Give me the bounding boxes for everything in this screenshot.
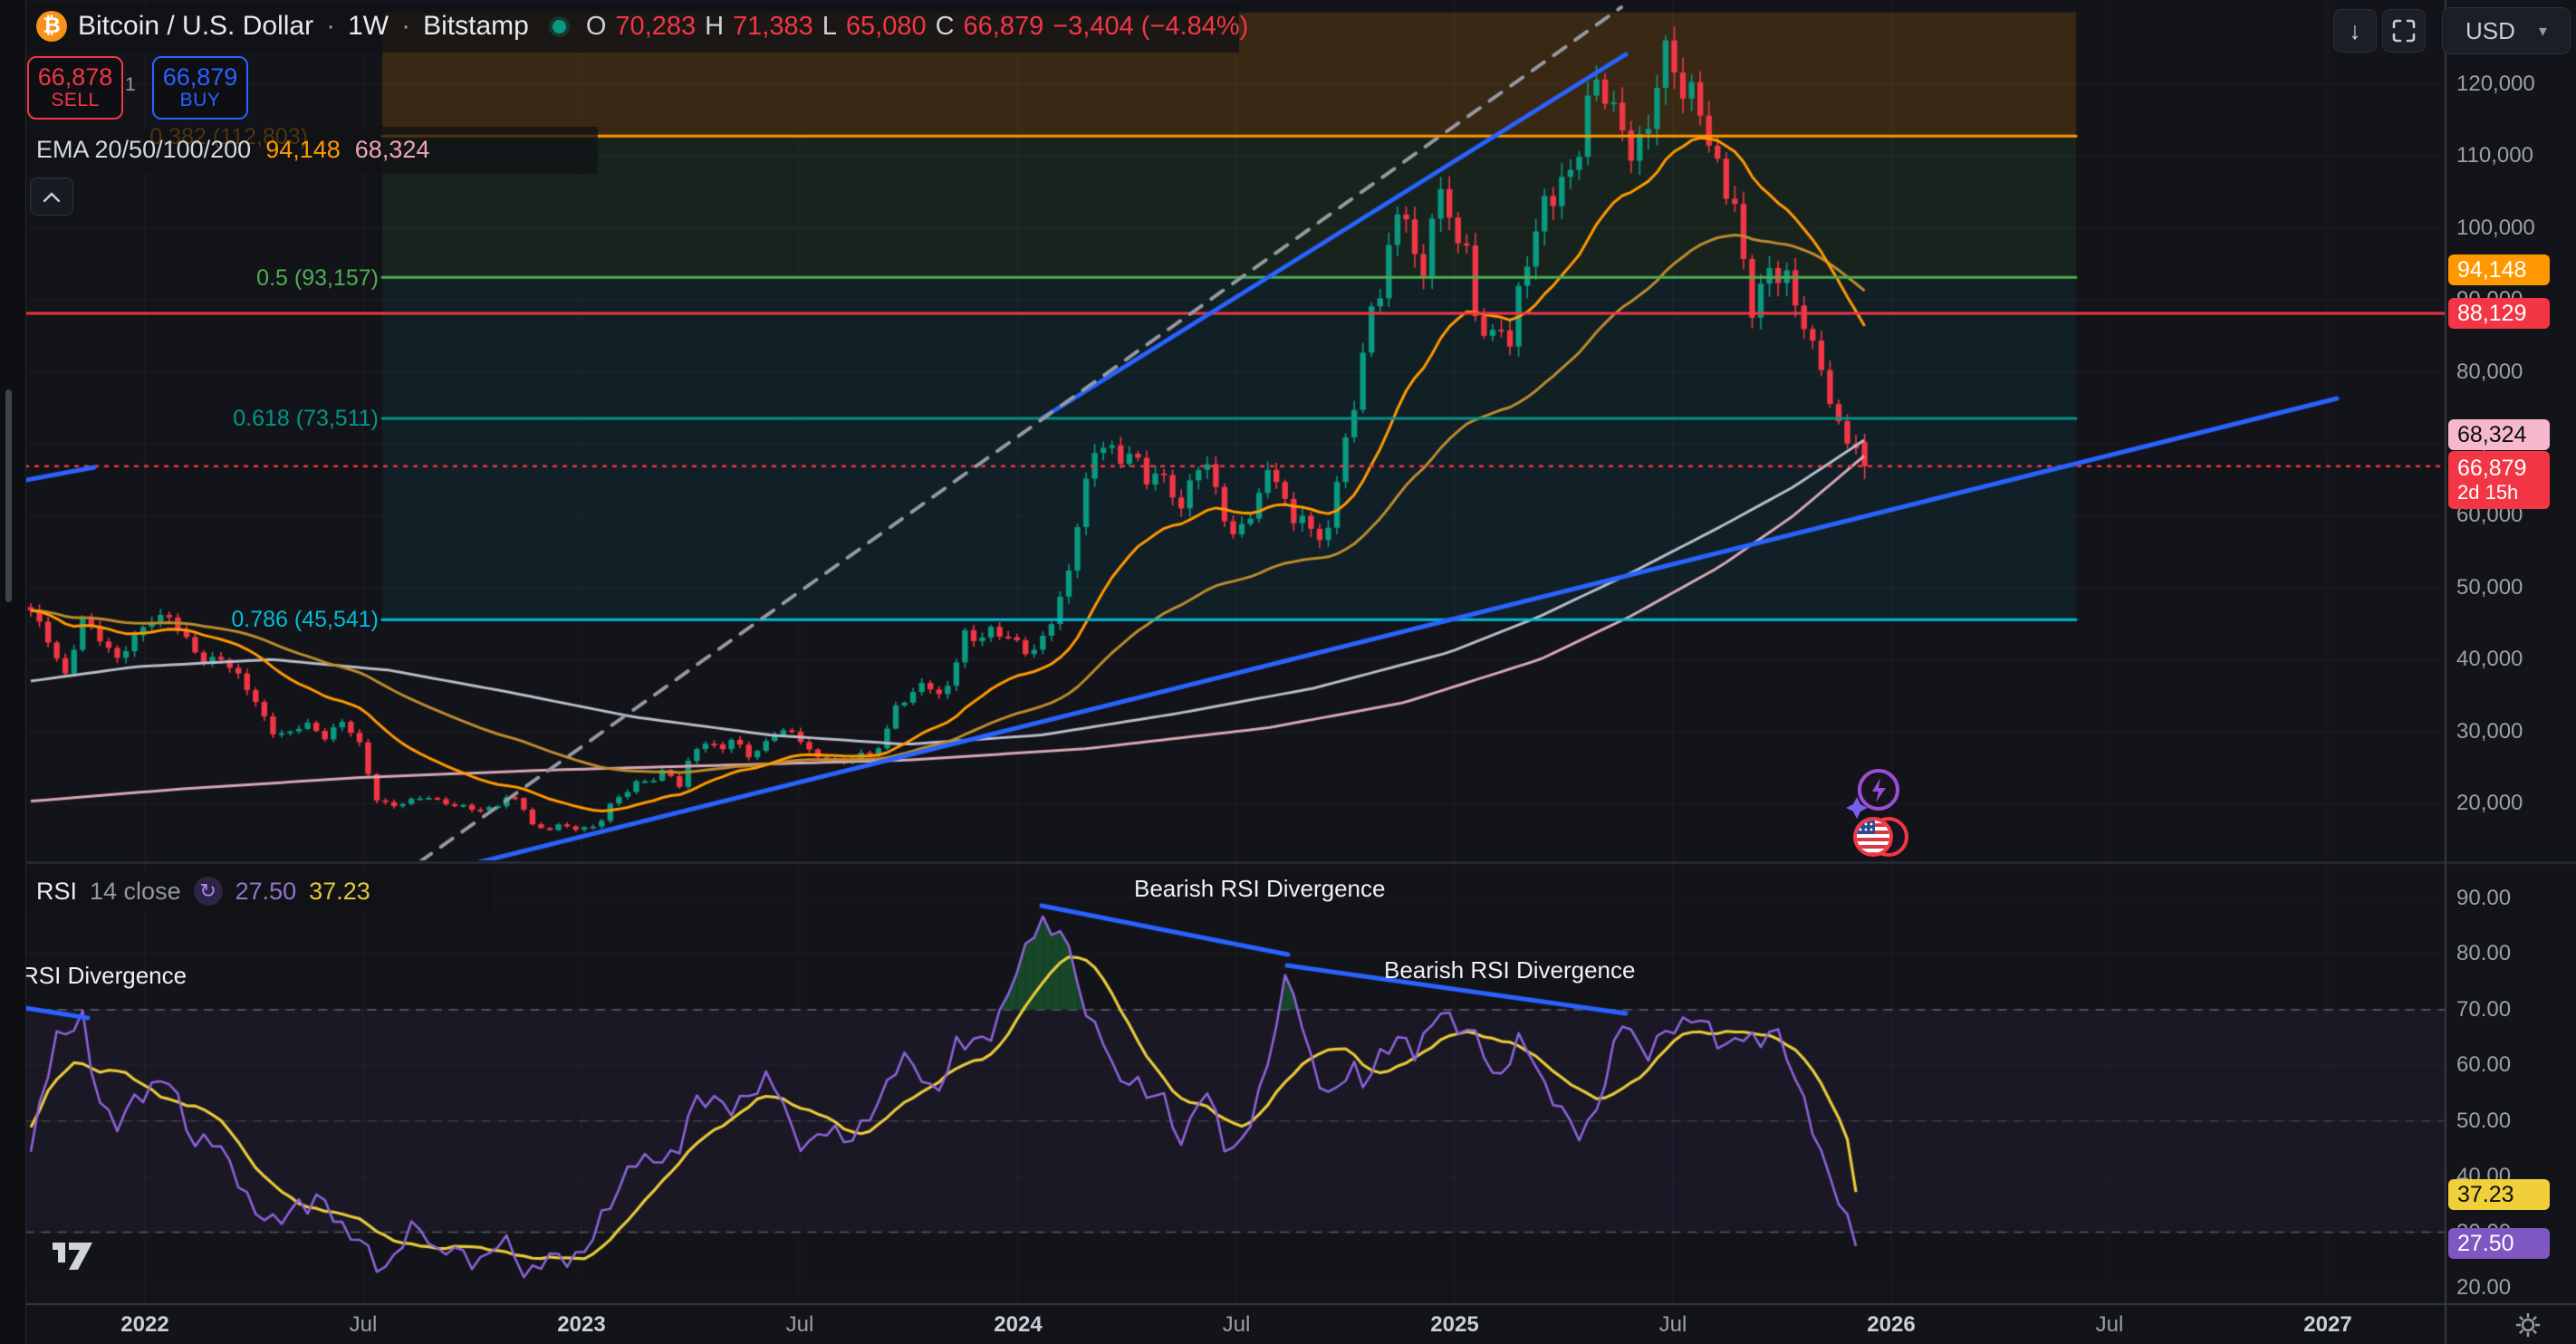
- bearish-rsi-divergence-label-2[interactable]: Bearish RSI Divergence: [1384, 956, 1635, 984]
- price-tick-40,000: 40,000: [2456, 647, 2523, 672]
- fib-level-label-1[interactable]: 0.5 (93,157): [256, 265, 379, 292]
- time-tick-2024: 2024: [973, 1312, 1063, 1338]
- fib-level-label-3[interactable]: 0.786 (45,541): [231, 607, 379, 633]
- time-tick-Jul: Jul: [755, 1312, 845, 1338]
- ohlc-values: O 70,283 H 71,383 L 65,080 C 66,879 −3,404 (…: [586, 12, 1248, 42]
- symbol-name[interactable]: Bitcoin / U.S. Dollar: [78, 11, 313, 42]
- price-tick-80,000: 80,000: [2456, 360, 2523, 385]
- buy-button[interactable]: 66,879 BUY: [152, 56, 248, 120]
- high-value: 71,383: [733, 12, 813, 42]
- price-tick-120,000: 120,000: [2456, 72, 2535, 97]
- ema-legend[interactable]: EMA 20/50/100/200 94,148 68,324: [36, 136, 429, 164]
- close-label: C: [936, 12, 955, 42]
- symbol-header: ₿ Bitcoin / U.S. Dollar · 1W · Bitstamp …: [36, 11, 1248, 42]
- interval[interactable]: 1W: [348, 11, 389, 42]
- collapse-indicators-button[interactable]: [30, 178, 73, 216]
- scroll-to-latest-button[interactable]: ↓: [2333, 9, 2377, 53]
- time-tick-2026: 2026: [1846, 1312, 1937, 1338]
- price-tick-50,000: 50,000: [2456, 575, 2523, 600]
- ema-label: EMA 20/50/100/200: [36, 136, 251, 164]
- sell-button[interactable]: 66,878 SELL: [27, 56, 123, 120]
- last-price-badge: 66,879 2d 15h: [2448, 451, 2550, 509]
- exchange-name[interactable]: Bitstamp: [423, 11, 529, 42]
- price-tick-110,000: 110,000: [2456, 143, 2533, 168]
- time-tick-2023: 2023: [536, 1312, 627, 1338]
- sell-price: 66,878: [38, 64, 113, 91]
- rsi-value-badge: 27.50: [2448, 1228, 2550, 1259]
- open-value: 70,283: [615, 12, 696, 42]
- ema20-price-badge: 94,148: [2448, 254, 2550, 285]
- fullscreen-button[interactable]: [2382, 9, 2426, 53]
- rsi-tick-90.00: 90.00: [2456, 886, 2511, 911]
- time-tick-Jul: Jul: [2064, 1312, 2155, 1338]
- fib-level-label-2[interactable]: 0.618 (73,511): [233, 406, 379, 432]
- last-price: 66,879: [2457, 456, 2526, 482]
- buy-label: BUY: [180, 91, 221, 111]
- rsi-divergence-label-left[interactable]: RSI Divergence: [22, 962, 187, 990]
- ema200-price-badge: 68,324: [2448, 419, 2550, 450]
- chevron-down-icon: ▾: [2539, 22, 2547, 41]
- left-toolbar-strip: [0, 0, 26, 1344]
- rsi-legend[interactable]: RSI 14 close ↻ 27.50 37.23: [36, 877, 370, 906]
- rsi-tick-80.00: 80.00: [2456, 941, 2511, 966]
- tradingview-chart-window: ₿ Bitcoin / U.S. Dollar · 1W · Bitstamp …: [0, 0, 2576, 1344]
- bitcoin-icon: ₿: [36, 11, 67, 42]
- currency-value: USD: [2465, 17, 2515, 45]
- economic-event-icon[interactable]: [1848, 813, 1915, 865]
- bar-countdown: 2d 15h: [2457, 482, 2518, 504]
- rsi-params: 14 close: [90, 878, 181, 906]
- ema200-value: 68,324: [355, 136, 430, 164]
- time-tick-Jul: Jul: [1191, 1312, 1282, 1338]
- time-tick-2025: 2025: [1409, 1312, 1500, 1338]
- rsi-ma-value: 37.23: [309, 878, 370, 906]
- change-value: −3,404 (−4.84%): [1053, 12, 1248, 42]
- spread-value: 1: [125, 74, 136, 96]
- price-tick-100,000: 100,000: [2456, 216, 2535, 241]
- us-flag-icon: [1848, 813, 1915, 860]
- tradingview-logo[interactable]: [51, 1235, 98, 1276]
- tradingview-logo-icon: [51, 1235, 98, 1272]
- low-label: L: [822, 12, 837, 42]
- alert-price-badge: 88,129: [2448, 298, 2550, 329]
- currency-selector[interactable]: USD ▾: [2442, 7, 2571, 54]
- toolbar-scrollbar[interactable]: [5, 389, 12, 602]
- sell-label: SELL: [51, 91, 99, 111]
- time-tick-2022: 2022: [100, 1312, 190, 1338]
- rsi-label: RSI: [36, 878, 77, 906]
- chart-canvas[interactable]: [0, 0, 2576, 1344]
- buy-price: 66,879: [163, 64, 238, 91]
- rsi-tick-60.00: 60.00: [2456, 1052, 2511, 1078]
- separator: ·: [326, 11, 335, 42]
- fullscreen-icon: [2392, 19, 2416, 43]
- time-tick-Jul: Jul: [1628, 1312, 1718, 1338]
- gear-icon: [2514, 1311, 2542, 1339]
- price-tick-20,000: 20,000: [2456, 791, 2523, 816]
- price-tick-30,000: 30,000: [2456, 719, 2523, 744]
- rsi-tick-50.00: 50.00: [2456, 1109, 2511, 1134]
- low-value: 65,080: [846, 12, 927, 42]
- axis-settings-button[interactable]: [2514, 1311, 2542, 1343]
- market-status-icon[interactable]: [553, 20, 566, 34]
- high-label: H: [705, 12, 724, 42]
- arrow-down-icon: ↓: [2349, 17, 2361, 45]
- ema20-value: 94,148: [265, 136, 341, 164]
- open-label: O: [586, 12, 607, 42]
- rsi-tick-20.00: 20.00: [2456, 1275, 2511, 1301]
- rsi-refresh-icon[interactable]: ↻: [194, 877, 223, 906]
- chevron-up-icon: [43, 192, 60, 202]
- bearish-rsi-divergence-label-1[interactable]: Bearish RSI Divergence: [1134, 875, 1385, 903]
- time-tick-Jul: Jul: [318, 1312, 409, 1338]
- rsi-tick-70.00: 70.00: [2456, 997, 2511, 1022]
- time-tick-2027: 2027: [2283, 1312, 2373, 1338]
- separator: ·: [401, 11, 410, 42]
- rsi-ma-badge: 37.23: [2448, 1179, 2550, 1210]
- close-value: 66,879: [964, 12, 1044, 42]
- rsi-value: 27.50: [235, 878, 297, 906]
